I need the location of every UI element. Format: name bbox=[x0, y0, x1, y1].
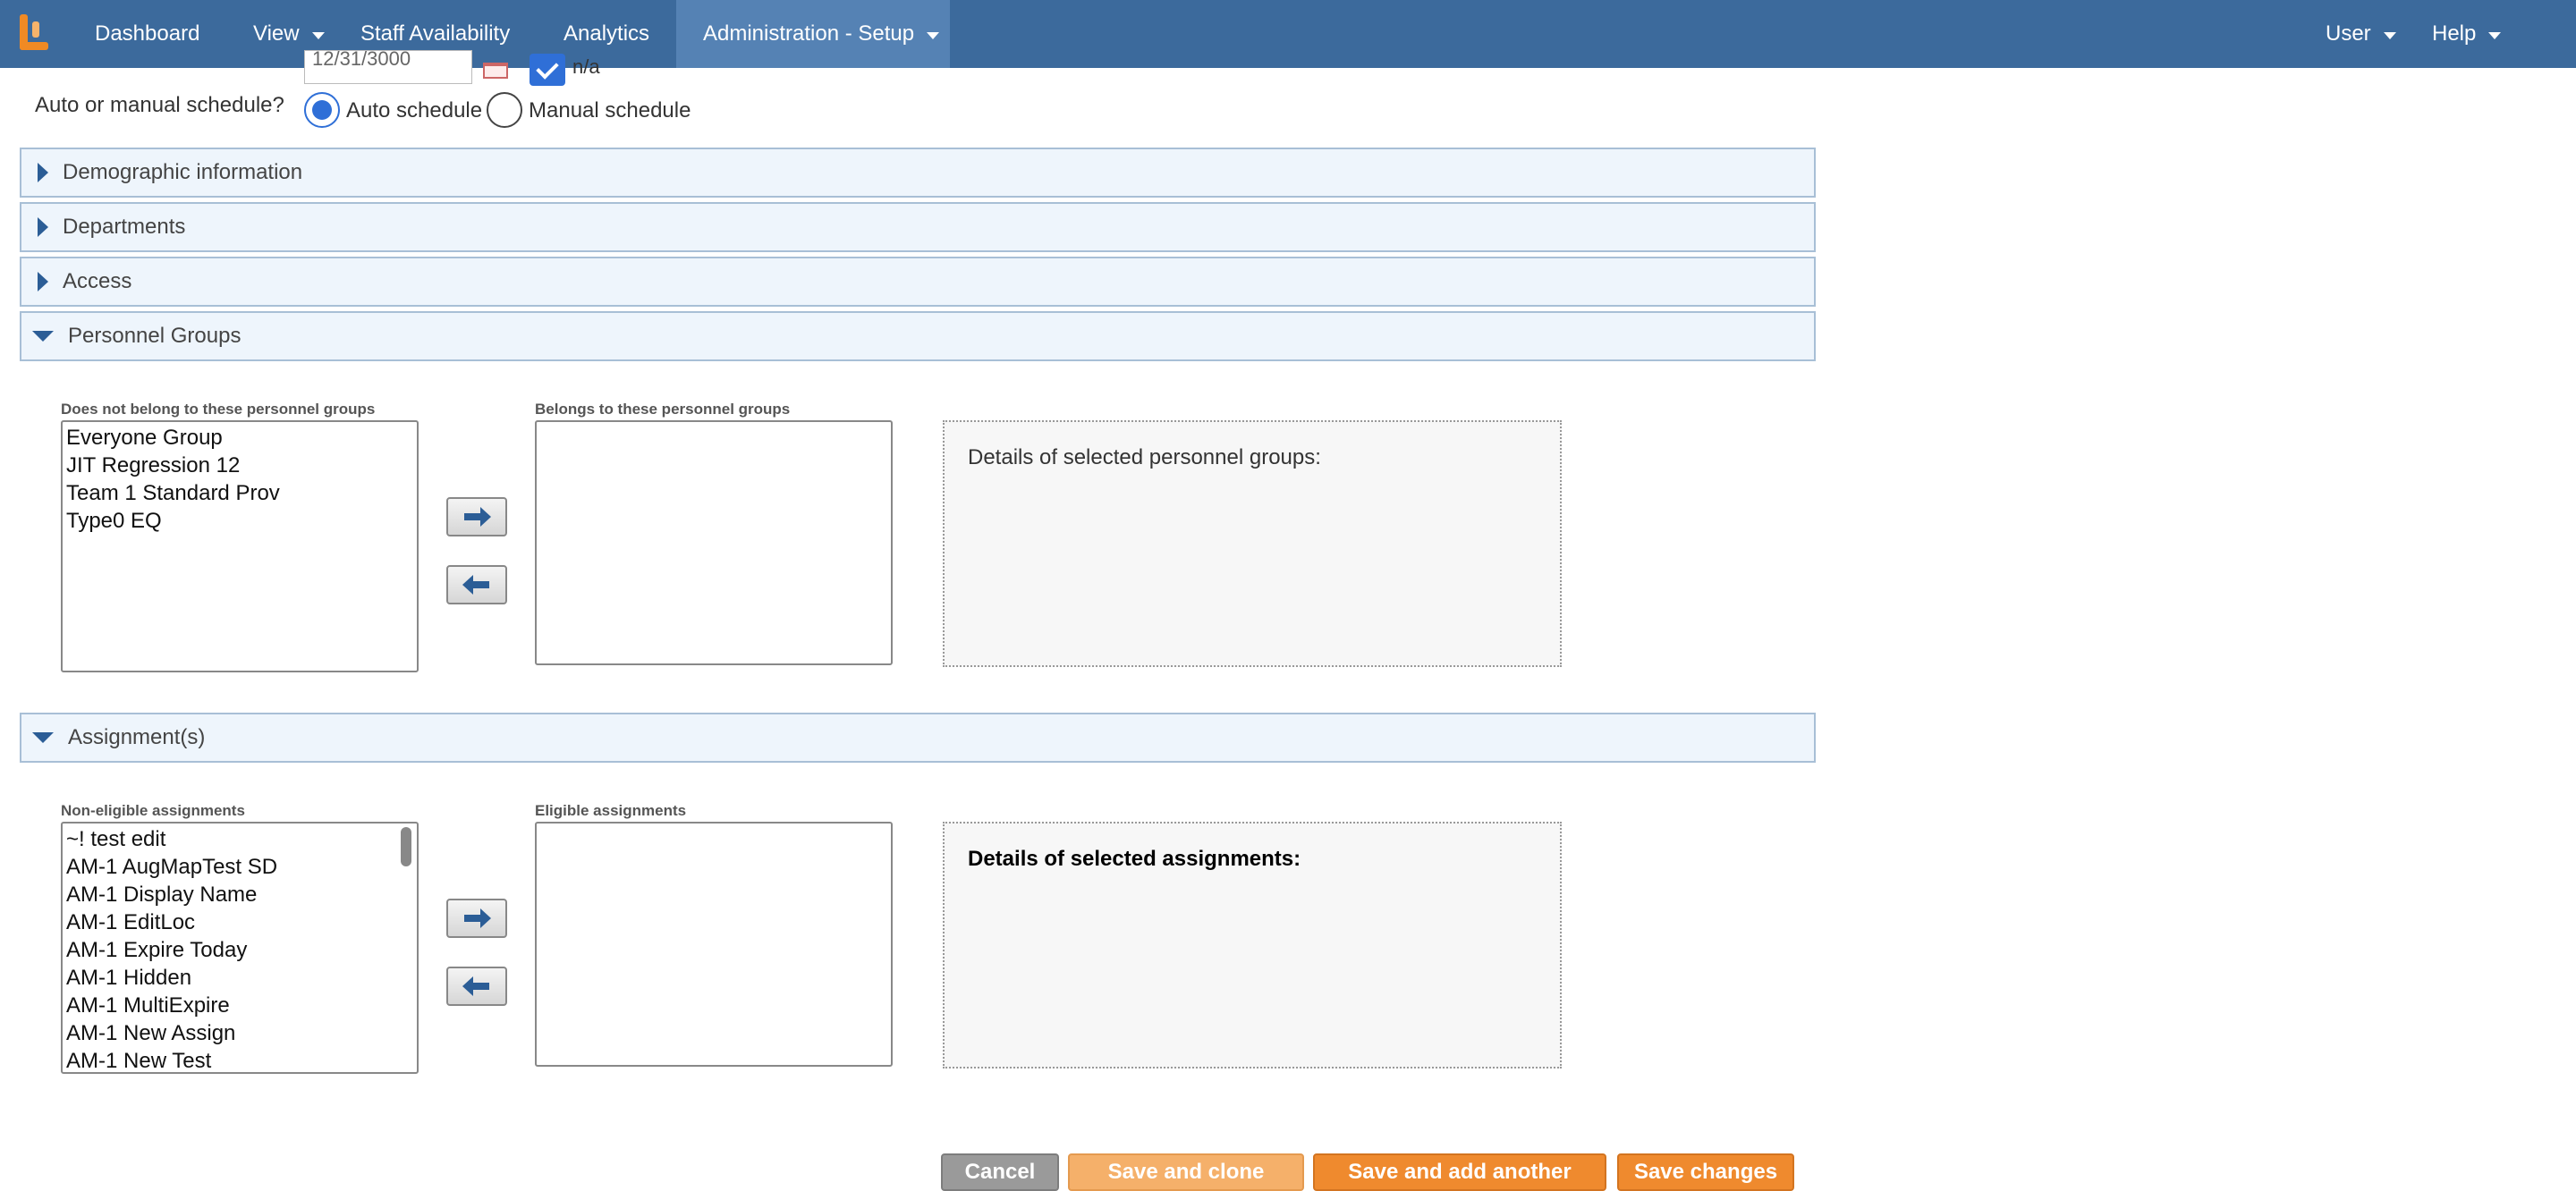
section-title: Access bbox=[63, 269, 132, 293]
chevron-down-icon bbox=[311, 31, 325, 39]
list-scrollbar[interactable] bbox=[401, 827, 411, 866]
section-title: Demographic information bbox=[63, 160, 303, 184]
auto-schedule-label: Auto schedule bbox=[346, 98, 483, 122]
manual-schedule-label: Manual schedule bbox=[529, 98, 691, 122]
manual-schedule-radio[interactable] bbox=[487, 92, 522, 128]
list-item[interactable]: Team 1 Standard Prov bbox=[63, 479, 417, 507]
end-date-input[interactable]: 12/31/3000 bbox=[304, 50, 472, 84]
save-and-clone-button[interactable]: Save and clone bbox=[1068, 1153, 1304, 1191]
list-item[interactable]: AM-1 New Test bbox=[63, 1047, 417, 1072]
nav-dashboard[interactable]: Dashboard bbox=[95, 0, 199, 68]
group-details-title: Details of selected personnel groups: bbox=[968, 445, 1321, 469]
eligible-assignments-list[interactable] bbox=[535, 822, 893, 1067]
member-groups-caption: Belongs to these personnel groups bbox=[535, 401, 791, 418]
expand-arrow-icon bbox=[38, 163, 48, 182]
section-departments[interactable]: Departments bbox=[20, 202, 1816, 252]
section-access[interactable]: Access bbox=[20, 257, 1816, 307]
calendar-icon[interactable] bbox=[483, 63, 508, 79]
non-eligible-assignments-caption: Non-eligible assignments bbox=[61, 802, 245, 819]
list-item[interactable]: AM-1 Display Name bbox=[63, 881, 417, 908]
section-title: Assignment(s) bbox=[68, 725, 206, 749]
list-item[interactable]: AM-1 Expire Today bbox=[63, 936, 417, 964]
section-personnel-groups[interactable]: Personnel Groups bbox=[20, 311, 1816, 361]
group-details-panel: Details of selected personnel groups: bbox=[943, 420, 1562, 667]
list-item[interactable]: AM-1 AugMapTest SD bbox=[63, 853, 417, 881]
nav-user-menu[interactable]: User bbox=[2326, 0, 2396, 68]
chevron-down-icon bbox=[2383, 31, 2396, 39]
eligible-assignments-caption: Eligible assignments bbox=[535, 802, 687, 819]
assignment-details-panel: Details of selected assignments: bbox=[943, 822, 1562, 1069]
remove-group-button[interactable] bbox=[446, 565, 507, 604]
list-item[interactable]: Everyone Group bbox=[63, 424, 417, 452]
not-member-groups-list[interactable]: Everyone Group JIT Regression 12 Team 1 … bbox=[61, 420, 419, 672]
section-title: Personnel Groups bbox=[68, 324, 242, 348]
na-checkbox-label: n/a bbox=[572, 55, 600, 78]
nav-help-menu[interactable]: Help bbox=[2432, 0, 2502, 68]
expand-arrow-icon bbox=[38, 272, 48, 291]
list-item[interactable]: AM-1 Hidden bbox=[63, 964, 417, 992]
arrow-left-icon bbox=[462, 575, 489, 595]
schedule-type-label: Auto or manual schedule? bbox=[35, 93, 284, 117]
cancel-button[interactable]: Cancel bbox=[941, 1153, 1059, 1191]
section-title: Departments bbox=[63, 215, 186, 239]
save-and-add-another-button[interactable]: Save and add another bbox=[1313, 1153, 1606, 1191]
assignment-details-title: Details of selected assignments: bbox=[968, 847, 1301, 871]
app-logo-icon[interactable] bbox=[16, 13, 52, 54]
arrow-right-icon bbox=[464, 507, 491, 527]
arrow-right-icon bbox=[464, 908, 491, 928]
chevron-down-icon bbox=[927, 31, 940, 39]
list-item[interactable]: Type0 EQ bbox=[63, 507, 417, 535]
nav-administration-setup-menu[interactable]: Administration - Setup bbox=[676, 0, 950, 68]
member-groups-list[interactable] bbox=[535, 420, 893, 665]
na-checkbox[interactable] bbox=[530, 54, 565, 86]
list-item[interactable]: AM-1 MultiExpire bbox=[63, 992, 417, 1019]
auto-schedule-radio[interactable] bbox=[304, 92, 340, 128]
arrow-left-icon bbox=[462, 976, 489, 996]
add-assignment-button[interactable] bbox=[446, 899, 507, 938]
add-group-button[interactable] bbox=[446, 497, 507, 536]
expand-arrow-icon bbox=[38, 217, 48, 237]
section-demographic-information[interactable]: Demographic information bbox=[20, 148, 1816, 198]
list-item[interactable]: AM-1 New Assign bbox=[63, 1019, 417, 1047]
list-item[interactable]: AM-1 EditLoc bbox=[63, 908, 417, 936]
collapse-arrow-icon bbox=[32, 331, 54, 342]
list-item[interactable]: ~! test edit bbox=[63, 825, 417, 853]
chevron-down-icon bbox=[2488, 31, 2502, 39]
not-member-groups-caption: Does not belong to these personnel group… bbox=[61, 401, 376, 418]
list-item[interactable]: JIT Regression 12 bbox=[63, 452, 417, 479]
section-assignments[interactable]: Assignment(s) bbox=[20, 713, 1816, 763]
collapse-arrow-icon bbox=[32, 732, 54, 743]
remove-assignment-button[interactable] bbox=[446, 967, 507, 1006]
save-changes-button[interactable]: Save changes bbox=[1617, 1153, 1794, 1191]
non-eligible-assignments-list[interactable]: ~! test edit AM-1 AugMapTest SD AM-1 Dis… bbox=[61, 822, 419, 1074]
